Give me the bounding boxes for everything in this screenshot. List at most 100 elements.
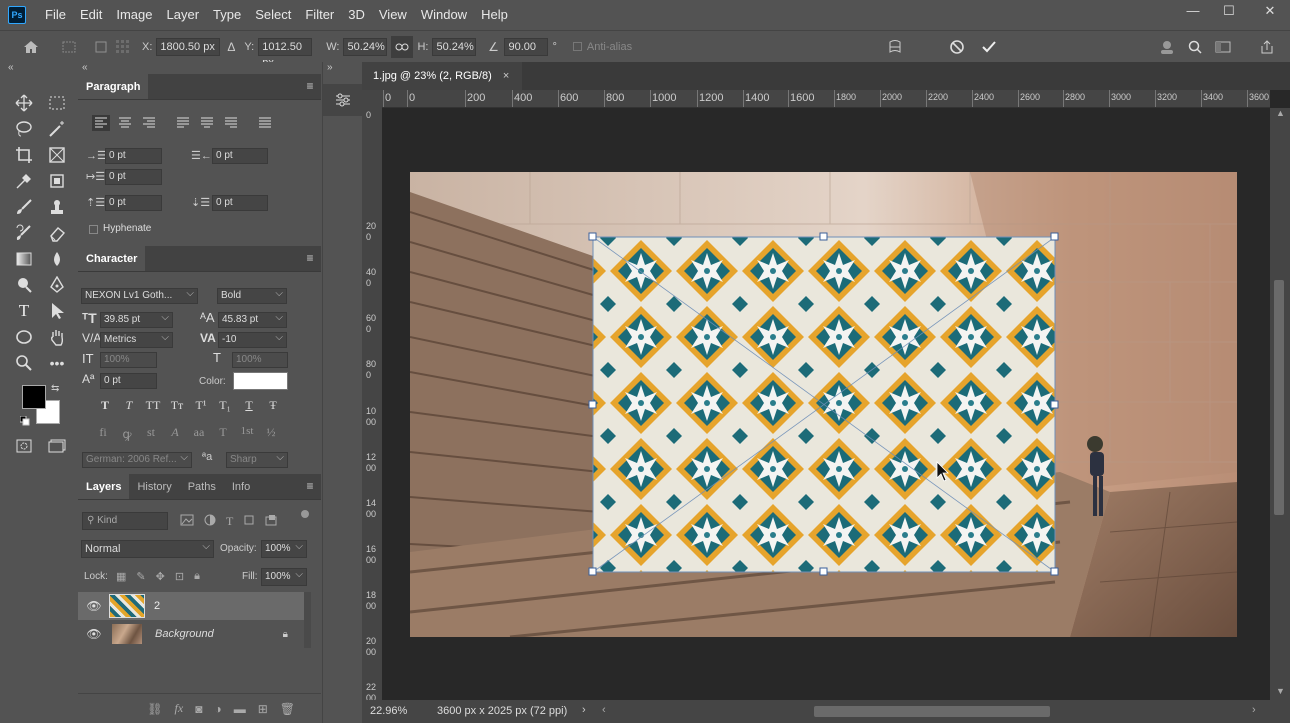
align-center-icon[interactable]	[116, 115, 134, 131]
move-tool-icon[interactable]	[13, 92, 35, 114]
filter-pixel-icon[interactable]	[180, 514, 194, 526]
align-left-icon[interactable]	[92, 115, 110, 131]
blur-tool-icon[interactable]	[46, 248, 68, 270]
layer-filter-kind[interactable]: ⚲ Kind	[82, 512, 168, 530]
clone-stamp-icon[interactable]	[46, 196, 68, 218]
swap-colors-icon[interactable]: ⇆	[51, 383, 59, 394]
menu-select[interactable]: Select	[248, 0, 298, 30]
menu-help[interactable]: Help	[474, 0, 515, 30]
close-window-button[interactable]: ✕	[1250, 0, 1290, 24]
delta-icon[interactable]: Δ	[220, 36, 242, 58]
menu-3d[interactable]: 3D	[341, 0, 372, 30]
layers-menu-icon[interactable]: ≡	[299, 474, 321, 499]
faux-bold-button[interactable]: T	[93, 398, 117, 413]
space-before-field[interactable]: 0 pt	[105, 195, 162, 211]
indent-left-field[interactable]: 0 pt	[105, 148, 162, 164]
type-tool-icon[interactable]: T	[13, 300, 35, 322]
character-menu-icon[interactable]: ≡	[299, 246, 321, 271]
filter-type-icon[interactable]: T	[226, 514, 233, 529]
old-style-button[interactable]: ꝙ	[115, 425, 139, 442]
swash-button[interactable]: A	[163, 425, 187, 442]
opacity-field[interactable]: 100%	[261, 539, 307, 558]
ligatures-button[interactable]: fi	[91, 425, 115, 442]
add-mask-icon[interactable]: ◙	[195, 702, 202, 716]
new-group-icon[interactable]: ▬	[234, 702, 246, 716]
antialias-dropdown[interactable]: Sharp	[226, 451, 288, 468]
menu-type[interactable]: Type	[206, 0, 248, 30]
zoom-level[interactable]: 22.96%	[370, 705, 407, 717]
scroll-left-icon[interactable]: ‹	[602, 704, 606, 716]
reference-point-grid-icon[interactable]	[112, 36, 134, 58]
tab-layers[interactable]: Layers	[78, 474, 130, 499]
paragraph-menu-icon[interactable]: ≡	[299, 74, 321, 99]
vertical-ruler[interactable]: 0 200 400 600 800 1000 1200 1400 1600 1800 2000 220…	[362, 108, 382, 706]
document-tab[interactable]: 1.jpg @ 23% (2, RGB/8) ×	[362, 62, 522, 90]
screen-mode-icon[interactable]	[46, 435, 68, 457]
lock-pixels-icon[interactable]: ✎	[136, 570, 145, 583]
patch-tool-icon[interactable]	[46, 170, 68, 192]
collapse-left-icon[interactable]: «	[82, 62, 88, 73]
scroll-up-icon[interactable]: ▲	[1276, 108, 1285, 118]
underline-button[interactable]: T	[237, 398, 261, 413]
menu-edit[interactable]: Edit	[73, 0, 109, 30]
share-people-icon[interactable]	[1156, 36, 1178, 58]
history-brush-icon[interactable]	[13, 222, 35, 244]
tab-character[interactable]: Character	[78, 246, 146, 271]
dodge-tool-icon[interactable]	[13, 274, 35, 296]
gradient-tool-icon[interactable]	[13, 248, 35, 270]
share-icon[interactable]	[1256, 36, 1278, 58]
titling-alternates-button[interactable]: T	[211, 425, 235, 442]
small-caps-button[interactable]: Tт	[165, 398, 189, 413]
menu-filter[interactable]: Filter	[298, 0, 341, 30]
language-dropdown[interactable]: German: 2006 Ref...	[82, 451, 192, 468]
close-document-icon[interactable]: ×	[503, 70, 509, 82]
transform-tool-icon[interactable]	[58, 36, 80, 58]
new-adjustment-icon[interactable]: ◑	[214, 702, 221, 716]
justify-last-center-icon[interactable]	[198, 115, 216, 131]
link-icon[interactable]	[391, 35, 414, 58]
lasso-tool-icon[interactable]	[13, 118, 35, 140]
brush-tool-icon[interactable]	[13, 196, 35, 218]
blend-mode-dropdown[interactable]: Normal	[81, 539, 214, 558]
text-color-swatch[interactable]	[233, 372, 288, 390]
fractions-button[interactable]: ½	[259, 425, 283, 442]
eyedropper-icon[interactable]	[13, 170, 35, 192]
vertical-scale-field[interactable]: 100%	[100, 352, 157, 368]
maximize-button[interactable]: ☐	[1214, 0, 1244, 24]
commit-transform-icon[interactable]	[978, 36, 1000, 58]
hand-tool-icon[interactable]	[46, 326, 68, 348]
filter-adjustment-icon[interactable]	[204, 514, 216, 526]
layers-scrollbar[interactable]	[304, 592, 311, 648]
status-menu-chevron-icon[interactable]: ›	[582, 704, 586, 716]
zoom-tool-icon[interactable]	[13, 352, 35, 374]
menu-view[interactable]: View	[372, 0, 414, 30]
subscript-button[interactable]: T₁	[213, 398, 237, 413]
crop-tool-icon[interactable]	[13, 144, 35, 166]
filter-toggle-icon[interactable]	[301, 510, 309, 518]
justify-last-right-icon[interactable]	[222, 115, 240, 131]
faux-italic-button[interactable]: T	[117, 398, 141, 413]
magic-wand-icon[interactable]	[46, 118, 68, 140]
layer-name[interactable]: 2	[154, 600, 160, 612]
default-colors-icon[interactable]	[19, 415, 30, 429]
justify-all-icon[interactable]	[256, 115, 274, 131]
tab-history[interactable]: History	[129, 474, 179, 499]
vertical-scroll-thumb[interactable]	[1274, 280, 1284, 515]
tracking-field[interactable]: -10	[218, 331, 287, 348]
tab-paragraph[interactable]: Paragraph	[78, 74, 149, 99]
discretionary-ligatures-button[interactable]: st	[139, 425, 163, 442]
antialias-checkbox[interactable]	[572, 42, 582, 51]
pen-tool-icon[interactable]	[46, 274, 68, 296]
filter-smart-object-icon[interactable]	[265, 514, 277, 526]
justify-last-left-icon[interactable]	[174, 115, 192, 131]
superscript-button[interactable]: T¹	[189, 398, 213, 413]
layer-row-2[interactable]: 👁︎ 2	[78, 592, 304, 620]
font-family-dropdown[interactable]: NEXON Lv1 Goth...	[81, 287, 198, 304]
new-layer-icon[interactable]: ⊞	[258, 702, 268, 716]
search-icon[interactable]	[1184, 36, 1206, 58]
strikethrough-button[interactable]: Ŧ	[261, 398, 285, 413]
marquee-tool-icon[interactable]	[46, 92, 68, 114]
lock-artboard-icon[interactable]: ⊡	[175, 570, 184, 583]
lock-transparent-icon[interactable]: ▦	[116, 570, 126, 583]
indent-right-field[interactable]: 0 pt	[212, 148, 268, 164]
